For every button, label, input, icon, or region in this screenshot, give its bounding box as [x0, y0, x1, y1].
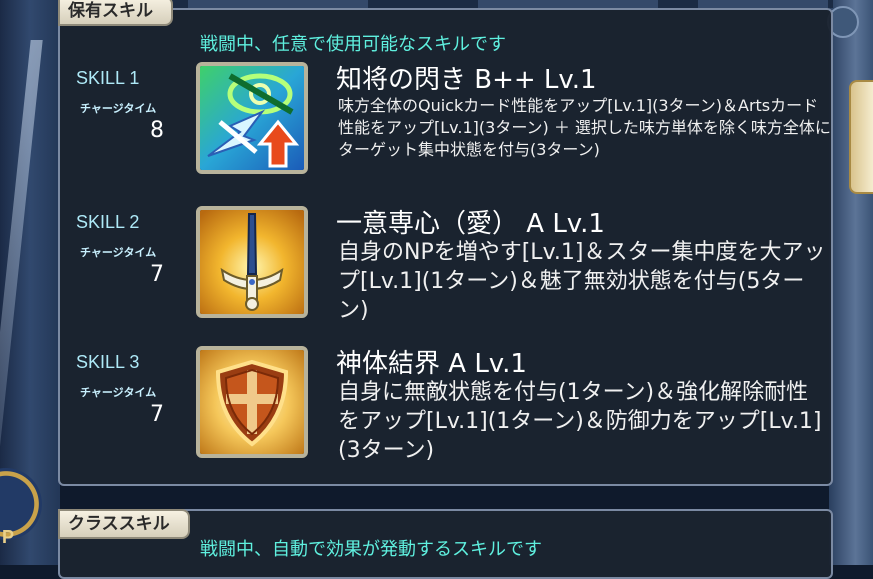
- owned-skills-tab: 保有スキル: [58, 0, 173, 26]
- class-skills-tab: クラススキル: [58, 509, 190, 539]
- class-skills-panel: クラススキル 戦闘中、自動で効果が発動するスキルです: [58, 509, 833, 579]
- sword-np-gain-icon[interactable]: [196, 206, 308, 318]
- skill-name: 一意専心（愛） A Lv.1: [336, 209, 605, 239]
- owned-skills-panel: 保有スキル 戦闘中、任意で使用可能なスキルです SKILL 1 チャージタイム …: [58, 0, 833, 486]
- background-streak: [0, 40, 43, 510]
- skill-row-1[interactable]: SKILL 1 チャージタイム 8 知将の閃き B++ Lv.1 味方全体のQu…: [60, 62, 831, 208]
- quick-arts-up-target-focus-icon[interactable]: [196, 62, 308, 174]
- owned-skills-subtitle: 戦闘中、任意で使用可能なスキルです: [200, 34, 506, 55]
- skill-number-label: SKILL 2: [76, 212, 140, 232]
- skill-3-icon-art: [200, 350, 304, 454]
- charge-time-label: チャージタイム: [80, 102, 157, 115]
- top-tab[interactable]: [478, 0, 658, 8]
- charge-time-value: 7: [150, 402, 164, 427]
- side-page-tab[interactable]: [849, 80, 873, 194]
- charge-time-value: 8: [150, 118, 164, 143]
- charge-time-label: チャージタイム: [80, 246, 157, 259]
- skill-name: 神体結界 A Lv.1: [336, 349, 527, 379]
- skill-row-2[interactable]: SKILL 2 チャージタイム 7 一意専心（愛） A Lv.1 自身のNPを増…: [60, 206, 830, 352]
- charge-time-label: チャージタイム: [80, 386, 157, 399]
- top-tab[interactable]: [698, 0, 828, 8]
- skill-2-icon-art: [200, 210, 304, 314]
- skill-number-label: SKILL 3: [76, 352, 140, 372]
- skill-description: 味方全体のQuickカード性能をアップ[Lv.1](3ターン)＆Artsカード性…: [338, 96, 831, 159]
- class-skills-subtitle: 戦闘中、自動で効果が発動するスキルです: [200, 539, 542, 560]
- skill-description: 自身のNPを増やす[Lv.1]＆スター集中度を大アップ[Lv.1](1ターン)＆…: [338, 240, 826, 323]
- corner-badge-text: P: [2, 527, 15, 547]
- charge-time-value: 7: [150, 262, 164, 287]
- skill-row-3[interactable]: SKILL 3 チャージタイム 7 神体結界 A Lv.1 自身に無敵状態を付与…: [60, 346, 830, 492]
- skill-name: 知将の閃き B++ Lv.1: [336, 65, 597, 95]
- top-tab[interactable]: [188, 0, 368, 8]
- skill-number-label: SKILL 1: [76, 68, 140, 88]
- skill-1-icon-art: [200, 66, 304, 170]
- shield-invincible-icon[interactable]: [196, 346, 308, 458]
- skill-description: 自身に無敵状態を付与(1ターン)＆強化解除耐性をアップ[Lv.1](1ターン)＆…: [338, 380, 822, 463]
- top-tab-strip: [58, 0, 833, 8]
